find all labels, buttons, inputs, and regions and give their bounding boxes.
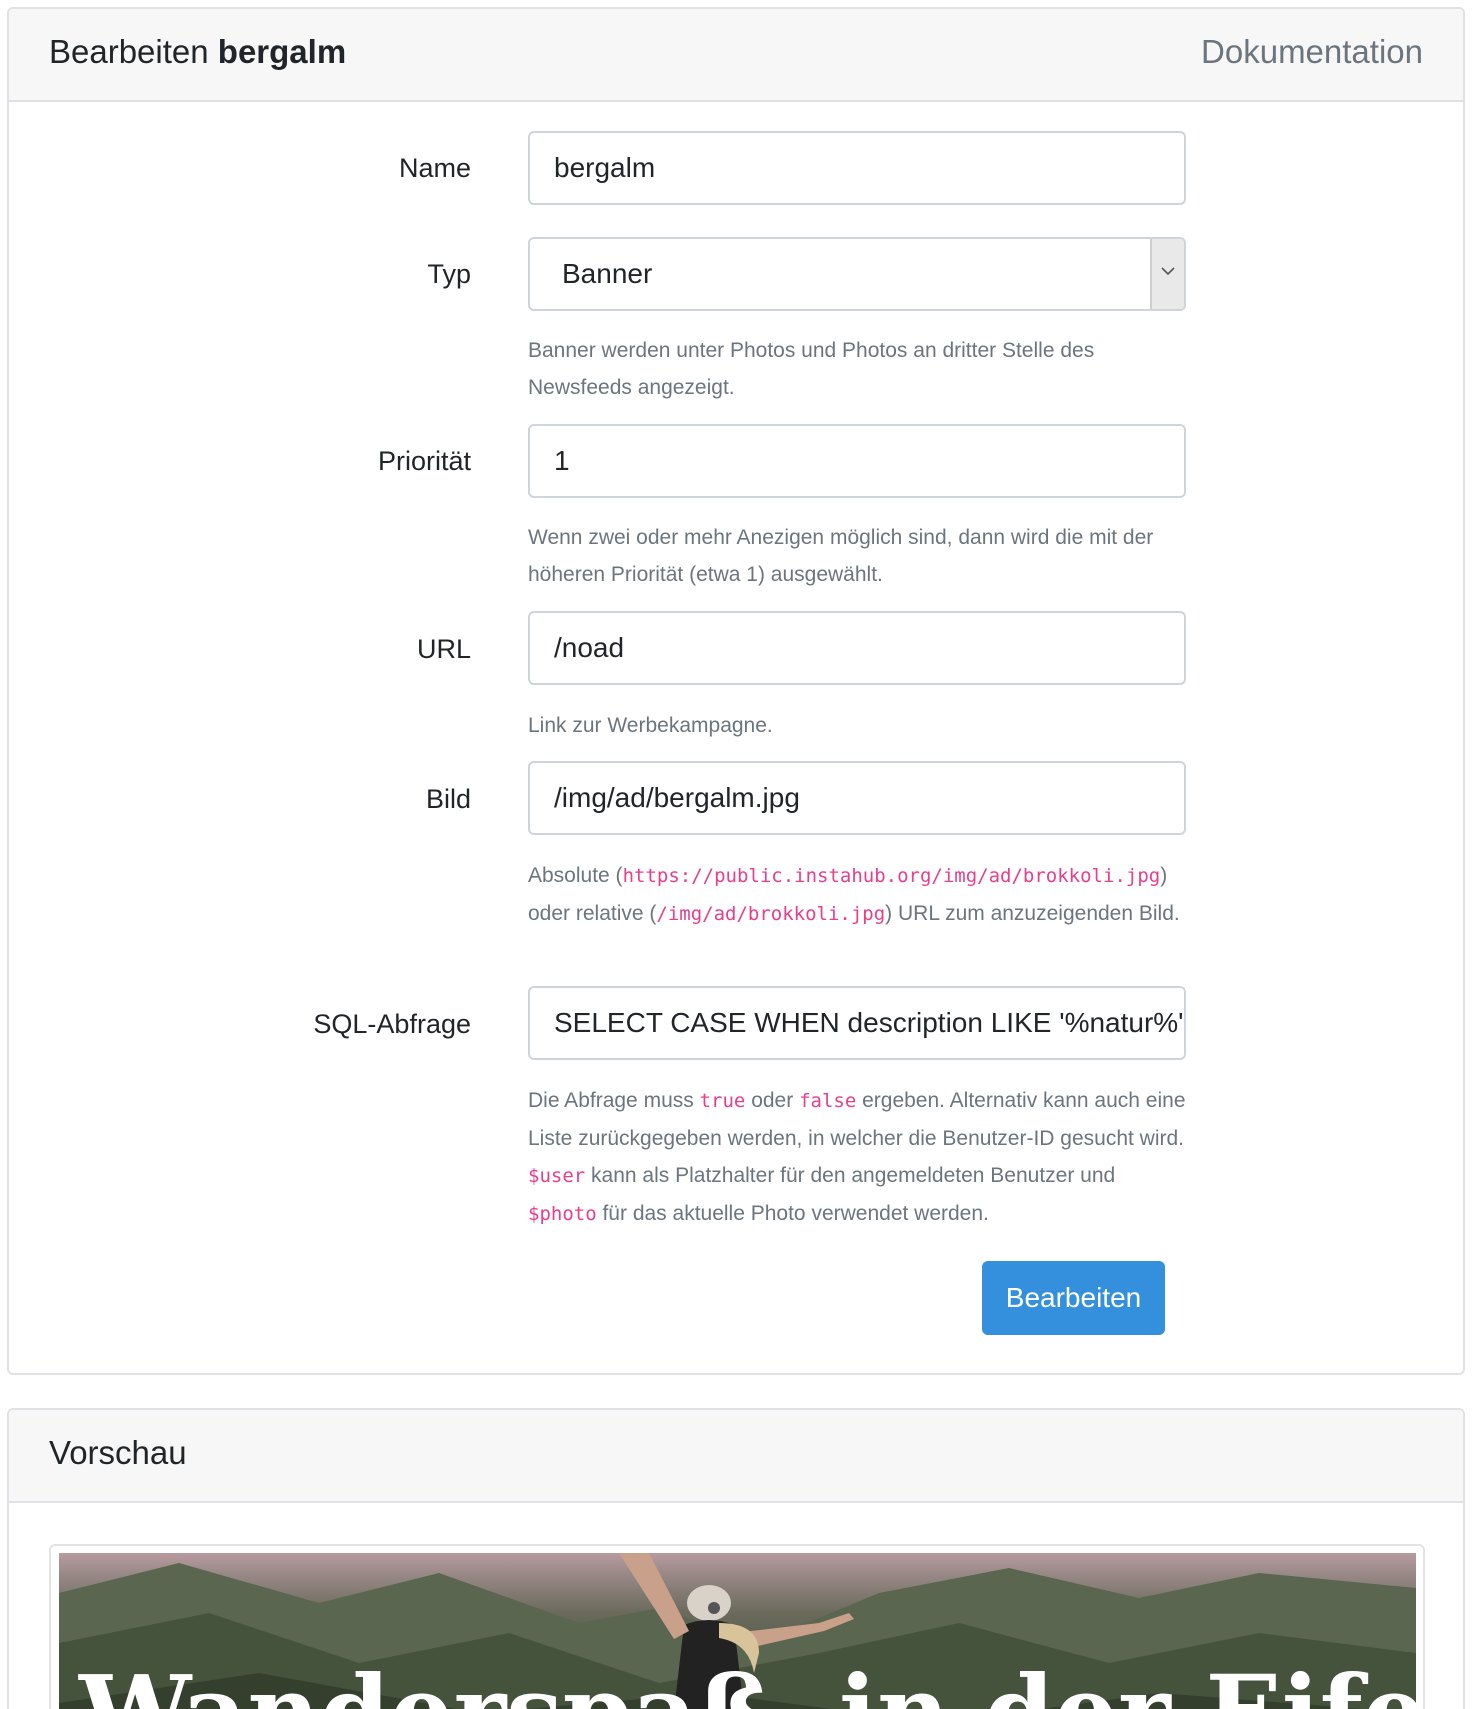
code-photo: $photo: [528, 1203, 597, 1225]
ad-banner-image[interactable]: Wanderspaß in der Eifel: [59, 1553, 1416, 1709]
sql-help-text: oder: [745, 1089, 800, 1112]
submit-edit-button[interactable]: Bearbeiten: [982, 1261, 1165, 1335]
page-title: Bearbeiten bergalm: [49, 33, 346, 71]
typ-label: Typ: [427, 259, 471, 289]
prioritaet-help: Wenn zwei oder mehr Anezigen möglich sin…: [528, 526, 1154, 586]
url-input[interactable]: /noad: [528, 611, 1186, 685]
name-label: Name: [398, 153, 471, 183]
sql-input[interactable]: SELECT CASE WHEN description LIKE '%natu…: [528, 986, 1186, 1060]
typ-select[interactable]: Banner: [528, 237, 1186, 311]
sql-label: SQL-Abfrage: [313, 1009, 471, 1039]
preview-card-header: Vorschau: [9, 1410, 1463, 1503]
typ-help: Banner werden unter Photos und Photos an…: [528, 339, 1095, 399]
sql-help-text: Die Abfrage muss: [528, 1089, 700, 1112]
title-ad-name: bergalm: [217, 33, 347, 70]
sql-help-text: kann als Platzhalter für den angemeldete…: [585, 1164, 1116, 1187]
bild-help-text: ) URL zum anzuzeigenden Bild.: [885, 902, 1180, 925]
preview-title: Vorschau: [49, 1434, 187, 1471]
url-help: Link zur Werbekampagne.: [528, 714, 773, 737]
prioritaet-input[interactable]: 1: [528, 424, 1186, 498]
edit-card: Bearbeiten bergalm Dokumentation Name be…: [7, 7, 1465, 1375]
url-label: URL: [416, 634, 471, 664]
chevron-down-icon[interactable]: [1150, 239, 1184, 309]
code-true: true: [699, 1090, 746, 1112]
code-absolute-url: https://public.instahub.org/img/ad/brokk…: [622, 865, 1161, 887]
documentation-link[interactable]: Dokumentation: [1201, 33, 1423, 71]
banner-text-right: in der Eifel: [839, 1653, 1416, 1709]
sql-help: Die Abfrage muss true oder false ergeben…: [528, 1082, 1188, 1233]
sql-help-text: für das aktuelle Photo verwendet werden.: [596, 1202, 989, 1225]
bild-help: Absolute (https://public.instahub.org/im…: [528, 857, 1188, 933]
code-user: $user: [528, 1165, 586, 1187]
bild-input[interactable]: /img/ad/bergalm.jpg: [528, 761, 1186, 835]
prioritaet-label: Priorität: [377, 446, 471, 476]
edit-card-header: Bearbeiten bergalm Dokumentation: [9, 9, 1463, 102]
code-false: false: [799, 1090, 857, 1112]
name-input[interactable]: bergalm: [528, 131, 1186, 205]
title-prefix: Bearbeiten: [49, 33, 209, 70]
bild-label: Bild: [425, 784, 471, 814]
typ-select-value: Banner: [562, 258, 653, 289]
code-relative-url: /img/ad/brokkoli.jpg: [656, 903, 886, 925]
banner-text-left: Wanderspaß: [79, 1653, 773, 1709]
preview-card: Vorschau Wanderspaß in der Eifel: [7, 1408, 1465, 1709]
bild-help-text: Absolute (: [528, 864, 623, 887]
